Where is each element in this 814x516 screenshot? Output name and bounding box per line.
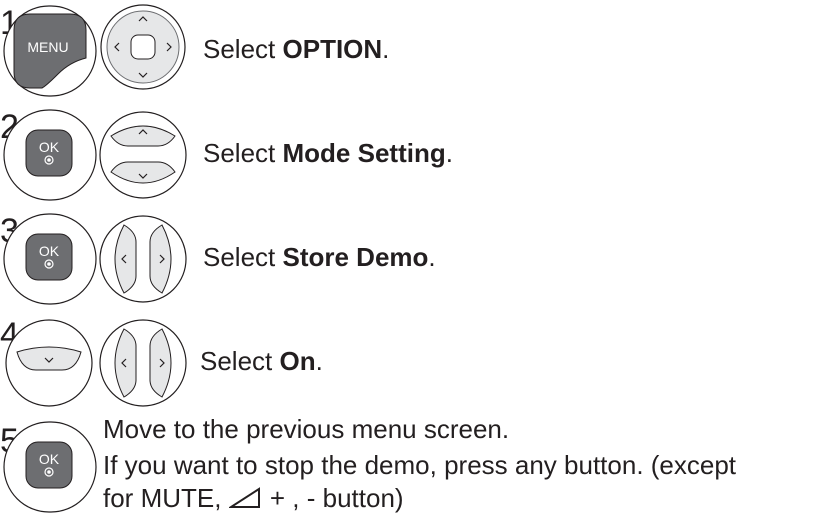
ok-label: OK [39,451,60,467]
menu-option-name: On [279,346,316,376]
menu-label: MENU [27,39,68,55]
down-button [5,319,93,407]
left-right-buttons-icon [99,319,187,407]
step-1: 1 MENU Select OPTION. [0,0,814,100]
ok-label: OK [39,139,60,155]
left-right-buttons-icon [99,215,187,303]
volume-icon [227,487,260,508]
step-5-line-2: If you want to stop the demo, press any … [103,450,737,480]
step-4: 4 Select On. [0,312,814,412]
step-5: 5 OK Move to the previous menu screen. I… [0,414,814,513]
ok-label: OK [39,243,60,259]
step-3: 3 OK Select Store Demo. [0,208,814,308]
step-5-line-3: for MUTE, + , - button) [103,483,404,513]
ok-button: OK [3,109,97,201]
step-1-instruction: Select OPTION. [203,34,390,64]
step-3-instruction: Select Store Demo. [203,242,436,272]
ok-button: OK [3,421,97,513]
step-5-line-1: Move to the previous menu screen. [103,414,510,444]
step-2: 2 OK Select Mode Setting. [0,104,814,204]
step-4-instruction: Select On. [200,346,323,376]
menu-option-name: Mode Setting [282,138,446,168]
menu-button: MENU [3,5,97,97]
nav-pad-icon [100,4,186,90]
menu-option-name: Store Demo [282,242,429,272]
ok-button: OK [3,213,97,305]
up-down-buttons-icon [99,111,187,199]
menu-option-name: OPTION [282,34,383,64]
step-2-instruction: Select Mode Setting. [203,138,453,168]
